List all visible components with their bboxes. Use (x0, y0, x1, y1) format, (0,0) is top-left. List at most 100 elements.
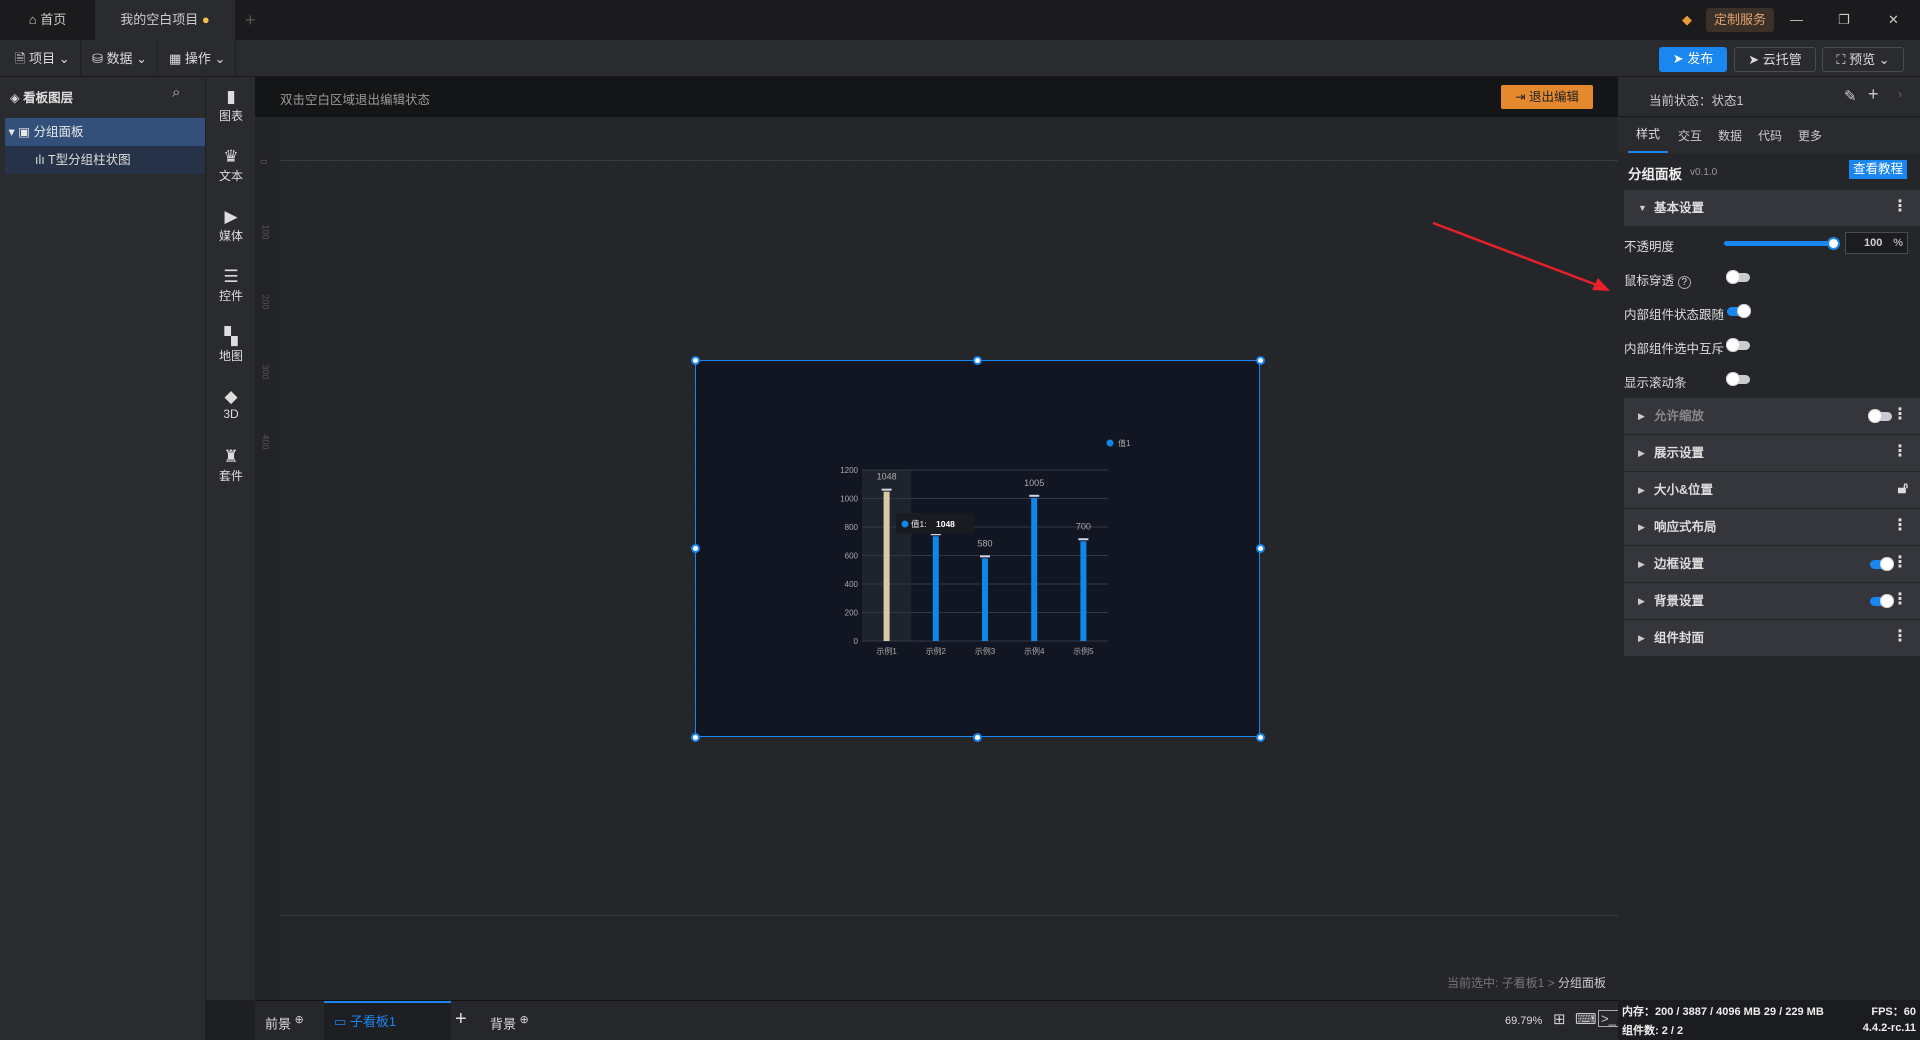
resize-handle[interactable] (1256, 544, 1265, 553)
more-icon[interactable]: ⋮ (1892, 583, 1908, 617)
more-icon[interactable]: ⋮ (1892, 190, 1908, 224)
add-circle-icon[interactable]: ⊕ (520, 1014, 529, 1026)
more-icon[interactable]: ⋮ (1892, 509, 1908, 543)
control-icon: ☰ (223, 267, 239, 286)
terminal-icon[interactable]: >_ (1598, 1010, 1619, 1027)
select-exclusive-toggle[interactable] (1726, 338, 1750, 352)
section-group[interactable]: ▶ 响应式布局 ⋮ (1624, 509, 1920, 546)
tooltip-value: 1048 (936, 519, 955, 529)
caret-right-icon: ▶ (1638, 559, 1645, 569)
mouse-through-toggle[interactable] (1726, 270, 1750, 284)
cloud-button[interactable]: ➤ 云托管 (1734, 47, 1816, 72)
publish-button[interactable]: ➤ 发布 (1659, 47, 1727, 72)
section-toggle[interactable] (1870, 594, 1894, 608)
palette-control[interactable]: ☰ 控件 (206, 267, 256, 304)
opacity-input[interactable]: 100% (1845, 232, 1908, 254)
layer-item-group[interactable]: ▾ ▣ 分组面板 (5, 118, 205, 146)
legend-label: 值1 (1118, 438, 1131, 448)
resize-handle[interactable] (973, 733, 982, 742)
tab-interaction[interactable]: 交互 (1678, 127, 1702, 144)
resize-handle[interactable] (973, 356, 982, 365)
y-tick-label: 200 (845, 609, 859, 618)
opacity-slider[interactable] (1724, 237, 1840, 250)
edit-state-icon[interactable]: ✎ (1844, 87, 1857, 105)
bar (932, 536, 939, 641)
setting-state-follow: 内部组件状态跟随 (1624, 308, 1725, 322)
palette-3d[interactable]: ◆ 3D (206, 387, 256, 421)
chevron-right-icon[interactable]: › (1898, 87, 1902, 101)
help-icon[interactable]: ? (1677, 276, 1692, 289)
section-group[interactable]: ▶ 展示设置 ⋮ (1624, 435, 1920, 472)
bar-chart: 0200400600800100012001048示例1735示例2580示例3… (840, 438, 1131, 656)
tab-code[interactable]: 代码 (1758, 127, 1782, 144)
palette-kit[interactable]: ♜ 套件 (206, 447, 256, 484)
palette-text[interactable]: ♛ 文本 (206, 147, 256, 184)
panel-icon: ▣ (18, 125, 31, 139)
resize-handle[interactable] (1256, 356, 1265, 365)
data-menu[interactable]: ⛁ 数据 ⌄ (82, 40, 159, 77)
tab-background[interactable]: 背景 ⊕ (490, 1013, 529, 1032)
scrollbar-toggle[interactable] (1726, 372, 1750, 386)
more-icon[interactable]: ⋮ (1892, 546, 1908, 580)
add-state-icon[interactable]: + (1868, 84, 1879, 105)
state-follow-toggle[interactable] (1727, 304, 1751, 318)
layer-item-chart[interactable]: ılı T型分组柱状图 (5, 146, 205, 174)
section-basic[interactable]: ▼ 基本设置 ⋮ (1624, 190, 1920, 227)
tab-more[interactable]: 更多 (1798, 127, 1822, 144)
palette-media[interactable]: ▶ 媒体 (206, 207, 256, 244)
section-group[interactable]: ▶ 边框设置 ⋮ (1624, 546, 1920, 583)
section-group[interactable]: ▶ 允许缩放 ⋮ (1624, 398, 1920, 435)
more-icon[interactable]: ⋮ (1892, 620, 1908, 654)
caret-right-icon: ▶ (1638, 522, 1645, 532)
add-board-button[interactable]: + (455, 1008, 467, 1031)
diamond-icon: ◆ (1682, 12, 1692, 27)
preview-button[interactable]: ⛶ 预览 ⌄ (1822, 47, 1904, 72)
data-label: 700 (1076, 521, 1091, 531)
more-icon[interactable]: ⋮ (1892, 435, 1908, 469)
group-panel[interactable]: 0200400600800100012001048示例1735示例2580示例3… (695, 360, 1260, 737)
section-group[interactable]: ▶ 组件封面 ⋮ (1624, 620, 1920, 657)
ops-menu[interactable]: ▦ 操作 ⌄ (159, 40, 237, 77)
tab-style[interactable]: 样式 (1628, 118, 1668, 153)
custom-service-button[interactable]: 定制服务 (1706, 8, 1775, 32)
restore-button[interactable]: ❐ (1838, 0, 1850, 40)
keyboard-icon[interactable]: ⌨ (1575, 1010, 1597, 1028)
section-toggle[interactable] (1868, 409, 1892, 423)
tab-subboard[interactable]: ▭ 子看板1 (324, 1001, 451, 1040)
search-icon[interactable]: ⌕ (172, 84, 180, 101)
slider-handle[interactable] (1827, 237, 1840, 250)
text-icon: ♛ (223, 147, 239, 166)
current-state: 当前状态：状态1 (1649, 94, 1744, 108)
lock-icon[interactable]: 🔓︎ (1898, 472, 1908, 506)
minimize-button[interactable]: — (1790, 0, 1803, 40)
palette-chart[interactable]: ▮ 图表 (206, 87, 256, 124)
resize-handle[interactable] (691, 356, 700, 365)
tab-home[interactable]: ⌂ 首页 (0, 0, 95, 40)
chart-icon: ▮ (226, 87, 236, 106)
tab-project[interactable]: 我的空白项目 ● (95, 0, 235, 40)
add-circle-icon[interactable]: ⊕ (295, 1014, 304, 1026)
more-icon[interactable]: ⋮ (1892, 398, 1908, 432)
close-button[interactable]: ✕ (1888, 0, 1899, 40)
section-toggle[interactable] (1870, 557, 1894, 571)
exit-edit-button[interactable]: ⇥ 退出编辑 (1501, 85, 1593, 109)
hint-bar: 双击空白区域退出编辑状态 ⇥ 退出编辑 (255, 77, 1618, 117)
toolbar: 🗎 项目 ⌄ ⛁ 数据 ⌄ ▦ 操作 ⌄ ➤ 发布 ➤ 云托管 ⛶ 预览 ⌄ (0, 40, 1920, 77)
resize-handle[interactable] (1256, 733, 1265, 742)
resize-handle[interactable] (691, 733, 700, 742)
data-label: 1005 (1024, 478, 1044, 488)
tutorial-button[interactable]: 查看教程 (1849, 160, 1907, 179)
tab-foreground[interactable]: 前景 ⊕ (265, 1013, 304, 1032)
zoom-level[interactable]: 69.79% (1505, 1015, 1542, 1027)
section-group[interactable]: ▶ 背景设置 ⋮ (1624, 583, 1920, 620)
palette-map[interactable]: ▚ 地图 (206, 327, 256, 364)
section-group[interactable]: ▶ 大小&位置 🔓︎ (1624, 472, 1920, 509)
fit-screen-icon[interactable]: ⊞ (1553, 1010, 1566, 1028)
resize-handle[interactable] (691, 544, 700, 553)
caret-right-icon: ▶ (1638, 633, 1645, 643)
tab-data[interactable]: 数据 (1718, 127, 1742, 144)
add-tab-button[interactable]: + (245, 0, 265, 40)
project-menu[interactable]: 🗎 项目 ⌄ (5, 40, 81, 77)
y-tick-label: 1200 (840, 466, 858, 475)
caret-right-icon: ▶ (1638, 485, 1645, 495)
